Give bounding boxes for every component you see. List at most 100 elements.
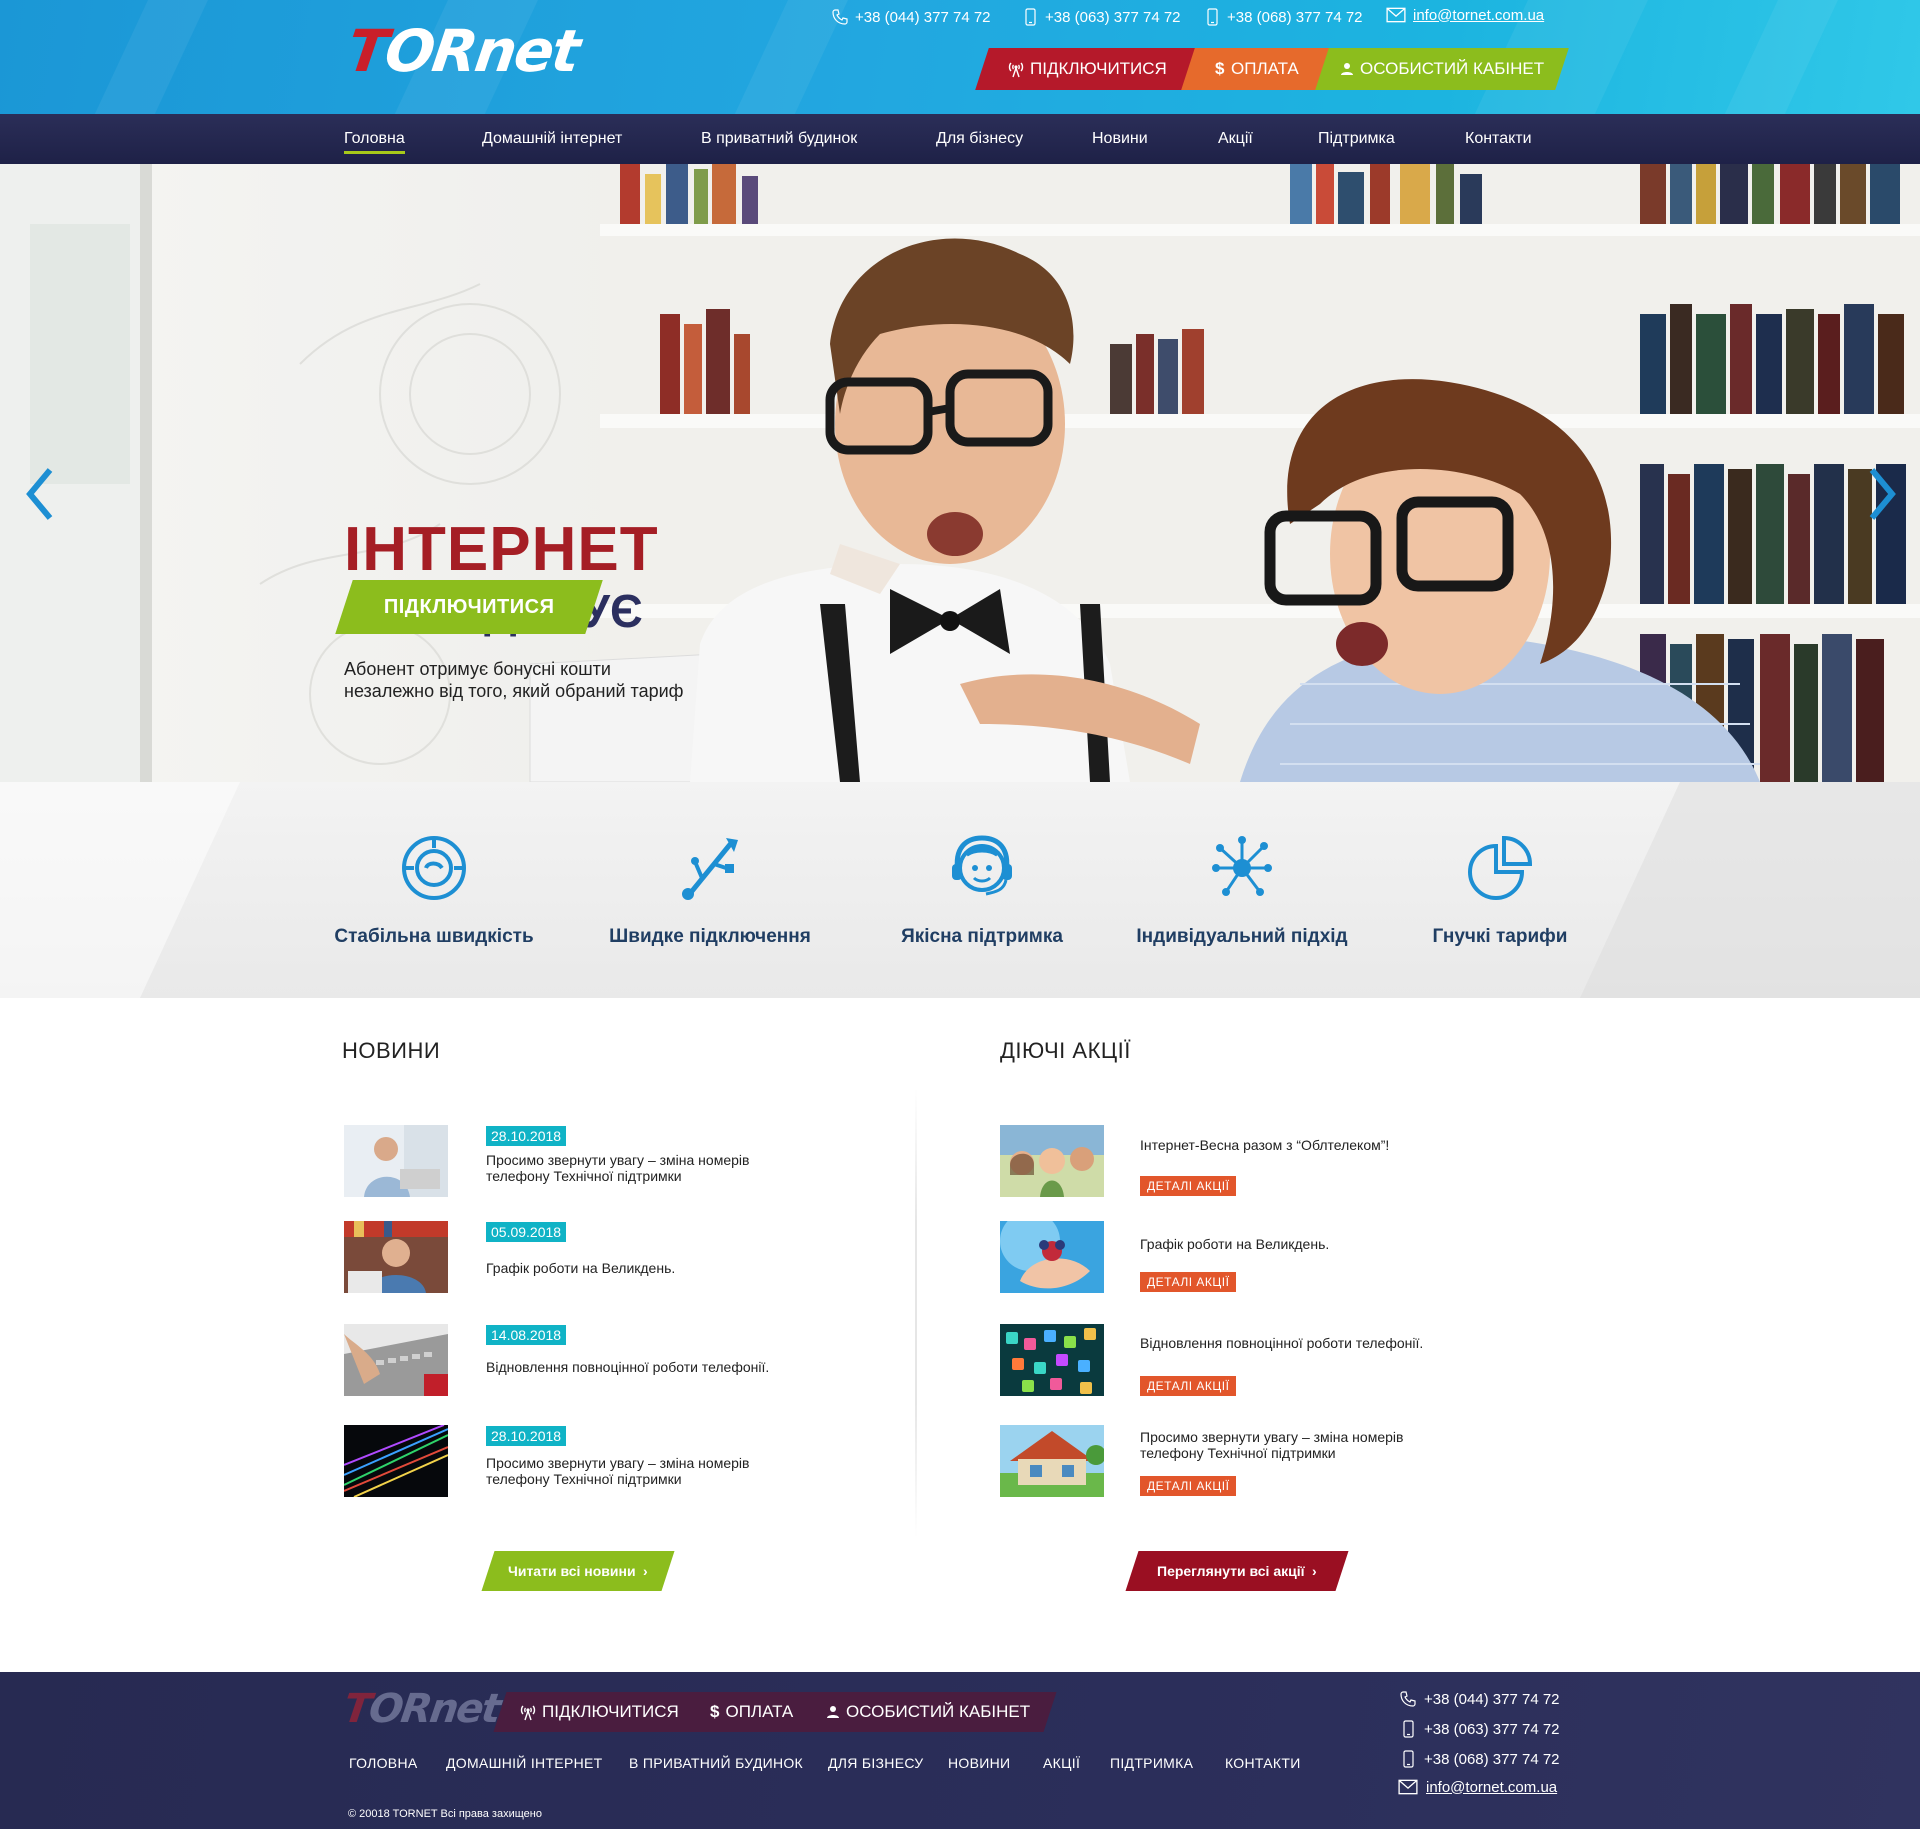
promo-thumbnail-2[interactable] <box>1000 1221 1104 1293</box>
footer-cabinet-button[interactable]: ОСОБИСТИЙ КАБІНЕТ <box>826 1692 1030 1732</box>
promo-text-4[interactable]: Просимо звернути увагу – зміна номерів те… <box>1140 1429 1470 1461</box>
antenna-icon <box>1008 62 1023 78</box>
main-nav: Головна Домашній інтернет В приватний бу… <box>0 114 1920 164</box>
nav-item-contacts[interactable]: Контакти <box>1465 114 1532 164</box>
footer-email[interactable]: info@tornet.com.ua <box>1398 1778 1557 1796</box>
footer-nav-home-internet[interactable]: ДОМАШНІЙ ІНТЕРНЕТ <box>446 1755 602 1771</box>
payment-button[interactable]: $ ОПЛАТА <box>1181 48 1333 90</box>
mobile-phone-icon <box>1025 8 1036 26</box>
dollar-icon: $ <box>1215 59 1225 78</box>
news-text-3[interactable]: Відновлення повноцінної роботи телефонії… <box>486 1359 816 1375</box>
hero-description: Абонент отримує бонусні кошти незалежно … <box>344 659 684 701</box>
phone-icon <box>1400 1691 1416 1707</box>
cabinet-button[interactable]: ОСОБИСТИЙ КАБІНЕТ <box>1315 48 1569 90</box>
site-footer: TORnet ПІДКЛЮЧИТИСЯ $ ОПЛАТА ОСОБИСТИЙ К… <box>0 1672 1920 1829</box>
footer-connect-button[interactable]: ПІДКЛЮЧИТИСЯ <box>520 1692 679 1732</box>
logo[interactable]: TORnet <box>343 17 582 85</box>
dollar-icon: $ <box>710 1702 720 1721</box>
footer-logo[interactable]: TORnet <box>341 1686 502 1732</box>
promo-image <box>1000 1324 1104 1396</box>
hero-photo <box>0 164 1920 782</box>
news-text-2[interactable]: Графік роботи на Великдень. <box>486 1260 816 1276</box>
mobile-phone-icon <box>1403 1720 1414 1738</box>
promo-details-button-2[interactable]: ДЕТАЛІ АКЦІЇ <box>1140 1272 1237 1292</box>
news-image <box>344 1324 448 1396</box>
promo-image <box>1000 1125 1104 1197</box>
footer-payment-button[interactable]: $ ОПЛАТА <box>710 1692 793 1732</box>
user-icon <box>827 1706 839 1718</box>
news-date-2: 05.09.2018 <box>486 1222 567 1242</box>
news-thumbnail-3[interactable] <box>344 1324 448 1396</box>
promo-details-button-4[interactable]: ДЕТАЛІ АКЦІЇ <box>1140 1476 1237 1496</box>
slider-prev-arrow-icon[interactable] <box>20 464 60 524</box>
news-date-3: 14.08.2018 <box>486 1325 567 1345</box>
footer-nav-private-house[interactable]: В ПРИВАТНИЙ БУДИНОК <box>629 1755 803 1771</box>
promo-text-3[interactable]: Відновлення повноцінної роботи телефонії… <box>1140 1335 1470 1351</box>
header-email[interactable]: info@tornet.com.ua <box>1386 6 1544 24</box>
feature-stable-speed: Стабільна швидкість <box>324 832 544 948</box>
news-date-4: 28.10.2018 <box>486 1426 567 1446</box>
feature-individual-approach: Індивідуальний підхід <box>1132 832 1352 948</box>
section-divider <box>915 1088 917 1538</box>
promo-thumbnail-1[interactable] <box>1000 1125 1104 1197</box>
copyright: © 20018 TORNET Всі права захищено <box>348 1808 542 1820</box>
news-text-4[interactable]: Просимо звернути увагу – зміна номерів те… <box>486 1455 816 1487</box>
speedometer-icon <box>402 836 466 900</box>
slider-next-arrow-icon[interactable] <box>1862 464 1902 524</box>
promo-details-button-3[interactable]: ДЕТАЛІ АКЦІЇ <box>1140 1376 1237 1396</box>
footer-nav-news[interactable]: НОВИНИ <box>948 1755 1010 1771</box>
footer-phone-2[interactable]: +38 (063) 377 74 72 <box>1400 1720 1560 1738</box>
promo-details-button-1[interactable]: ДЕТАЛІ АКЦІЇ <box>1140 1176 1237 1196</box>
promo-thumbnail-4[interactable] <box>1000 1425 1104 1497</box>
chevron-right-icon: › <box>643 1563 649 1579</box>
nav-item-business[interactable]: Для бізнесу <box>936 114 1023 164</box>
header-phone-3[interactable]: +38 (068) 377 74 72 <box>1204 8 1363 26</box>
connect-button[interactable]: ПІДКЛЮЧИТИСЯ <box>975 48 1199 90</box>
footer-phone-1[interactable]: +38 (044) 377 74 72 <box>1400 1690 1560 1708</box>
hero-banner: ІНТЕРНЕТ ЯКИЙ ДИВУЄ Абонент отримує бону… <box>0 164 1920 782</box>
footer-nav-promos[interactable]: АКЦІЇ <box>1043 1755 1080 1771</box>
antenna-icon <box>520 1705 536 1721</box>
promos-title: ДІЮЧІ АКЦІЇ <box>1000 1038 1131 1063</box>
feature-quality-support: Якісна підтримка <box>872 832 1092 948</box>
news-thumbnail-2[interactable] <box>344 1221 448 1293</box>
view-all-promos-button[interactable]: Переглянути всі акції › <box>1125 1551 1349 1591</box>
network-nodes-icon <box>1212 836 1272 896</box>
hero-connect-button[interactable]: ПІДКЛЮЧИТИСЯ <box>335 580 603 634</box>
footer-nav-business[interactable]: ДЛЯ БІЗНЕСУ <box>828 1755 924 1771</box>
news-text-1[interactable]: Просимо звернути увагу – зміна номерів те… <box>486 1152 816 1184</box>
pie-chart-icon <box>1468 835 1533 900</box>
news-thumbnail-1[interactable] <box>344 1125 448 1197</box>
nav-item-support[interactable]: Підтримка <box>1318 114 1395 164</box>
nav-item-promos[interactable]: Акції <box>1218 114 1253 164</box>
promo-thumbnail-3[interactable] <box>1000 1324 1104 1396</box>
headset-support-icon <box>952 835 1012 896</box>
mobile-phone-icon <box>1207 8 1218 26</box>
header-phone-1[interactable]: +38 (044) 377 74 72 <box>832 8 991 26</box>
phone-icon <box>832 9 848 25</box>
footer-phone-3[interactable]: +38 (068) 377 74 72 <box>1400 1750 1560 1768</box>
nav-item-home-internet[interactable]: Домашній інтернет <box>482 114 622 164</box>
mobile-phone-icon <box>1403 1750 1414 1768</box>
nav-item-private-house[interactable]: В приватний будинок <box>701 114 857 164</box>
hero-title: ІНТЕРНЕТ <box>344 515 659 584</box>
promo-text-2[interactable]: Графік роботи на Великдень. <box>1140 1236 1470 1252</box>
footer-nav-home[interactable]: ГОЛОВНА <box>349 1755 418 1771</box>
promo-image <box>1000 1425 1104 1497</box>
news-image <box>344 1221 448 1293</box>
envelope-icon <box>1398 1779 1418 1795</box>
feature-flexible-tariffs: Гнучкі тарифи <box>1390 832 1610 948</box>
nav-item-home[interactable]: Головна <box>344 114 405 164</box>
footer-nav-contacts[interactable]: КОНТАКТИ <box>1225 1755 1301 1771</box>
read-all-news-button[interactable]: Читати всі новини › <box>481 1551 675 1591</box>
news-image <box>344 1125 448 1197</box>
news-title: НОВИНИ <box>342 1038 441 1063</box>
user-icon <box>1340 63 1353 75</box>
promo-text-1[interactable]: Інтернет-Весна разом з “Облтелеком”! <box>1140 1137 1470 1153</box>
news-thumbnail-4[interactable] <box>344 1425 448 1497</box>
nav-item-news[interactable]: Новини <box>1092 114 1148 164</box>
header-phone-2[interactable]: +38 (063) 377 74 72 <box>1022 8 1181 26</box>
news-image <box>344 1425 448 1497</box>
footer-nav-support[interactable]: ПІДТРИМКА <box>1110 1755 1193 1771</box>
feature-fast-connection: Швидке підключення <box>600 832 820 948</box>
